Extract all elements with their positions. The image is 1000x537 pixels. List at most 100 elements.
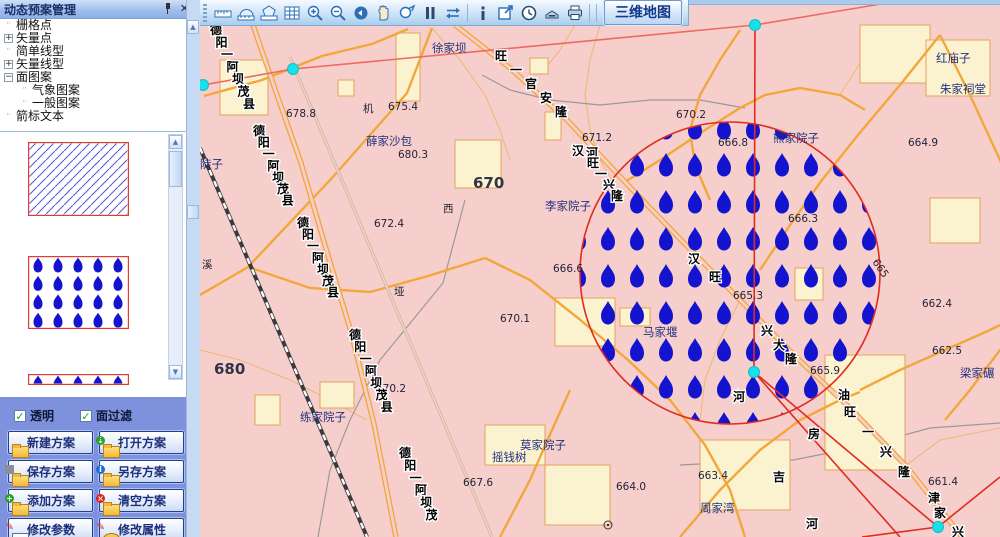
hatch-pattern[interactable] bbox=[28, 142, 129, 216]
button-保存方案[interactable]: 保存方案 bbox=[8, 460, 93, 483]
svg-text:县: 县 bbox=[381, 400, 393, 414]
zoom-select-button[interactable] bbox=[395, 2, 418, 24]
measure-area-icon bbox=[236, 3, 256, 23]
toolbar-separator bbox=[596, 4, 597, 22]
pattern-scrollbar[interactable]: ▲ ▼ bbox=[168, 134, 183, 380]
measure-area-button[interactable] bbox=[234, 2, 257, 24]
svg-text:溪: 溪 bbox=[202, 259, 213, 271]
pattern-list: ▲ ▼ bbox=[0, 131, 186, 397]
checkbox-row: ✓透明 ✓面过滤 bbox=[14, 407, 182, 424]
svg-text:666.6: 666.6 bbox=[553, 263, 583, 275]
svg-text:666.8: 666.8 bbox=[718, 137, 748, 149]
button-添加方案[interactable]: +添加方案 bbox=[8, 489, 93, 512]
minus-expander-icon[interactable]: − bbox=[4, 73, 13, 82]
grid-button[interactable] bbox=[280, 2, 303, 24]
svg-text:665.3: 665.3 bbox=[733, 290, 763, 302]
pause-icon bbox=[420, 3, 440, 23]
history-button[interactable] bbox=[517, 2, 540, 24]
panel-title: 动态预案管理 bbox=[4, 1, 158, 18]
button-清空方案[interactable]: ×清空方案 bbox=[99, 489, 184, 512]
zoom-in-icon bbox=[305, 3, 325, 23]
svg-text:摇钱树: 摇钱树 bbox=[492, 450, 527, 464]
svg-text:梁家碾: 梁家碾 bbox=[960, 366, 995, 380]
panel-splitter[interactable]: ▲ bbox=[186, 0, 200, 537]
plan-controls: ✓透明 ✓面过滤 新建方案 ⇣打开方案保存方案 i另存方案 +添加方案 ×清空方案 ✎修改参… bbox=[0, 397, 186, 537]
svg-text:熊家院子: 熊家院子 bbox=[773, 131, 819, 145]
previous-view-icon bbox=[351, 3, 371, 23]
checkbox-透明[interactable]: ✓透明 bbox=[14, 407, 54, 424]
svg-text:兴: 兴 bbox=[952, 524, 964, 537]
button-修改属性[interactable]: ✎修改属性 bbox=[99, 518, 184, 537]
hazard-region[interactable] bbox=[580, 122, 880, 424]
checkbox-check-icon[interactable]: ✓ bbox=[14, 410, 26, 422]
route-vertex-handle[interactable] bbox=[750, 20, 761, 31]
button-打开方案[interactable]: ⇣打开方案 bbox=[99, 431, 184, 454]
tree-item-箭标文本[interactable]: ··箭标文本 bbox=[0, 110, 184, 123]
svg-text:县: 县 bbox=[282, 194, 294, 208]
zoom-in-button[interactable] bbox=[303, 2, 326, 24]
drops-pattern[interactable] bbox=[28, 256, 129, 329]
tree-item-气象图案[interactable]: ··气象图案 bbox=[0, 84, 184, 97]
svg-text:朱家祠堂: 朱家祠堂 bbox=[940, 82, 986, 96]
splitter-grip[interactable] bbox=[187, 205, 199, 219]
previous-view-button[interactable] bbox=[349, 2, 372, 24]
toolbar-separator bbox=[467, 4, 468, 22]
scroll-thumb[interactable] bbox=[169, 151, 182, 187]
route-vertex-handle[interactable] bbox=[200, 80, 209, 91]
svg-text:安: 安 bbox=[540, 90, 552, 105]
pin-icon[interactable] bbox=[160, 2, 175, 16]
measure-polygon-button[interactable] bbox=[257, 2, 280, 24]
svg-text:662.4: 662.4 bbox=[922, 298, 952, 310]
route-vertex-handle[interactable] bbox=[749, 367, 760, 378]
checkbox-面过滤[interactable]: ✓面过滤 bbox=[80, 407, 132, 424]
svg-text:旺: 旺 bbox=[495, 49, 507, 63]
button-另存方案[interactable]: i另存方案 bbox=[99, 460, 184, 483]
toolbar-grip-icon[interactable] bbox=[203, 4, 207, 22]
grid-icon bbox=[282, 3, 302, 23]
plus-expander-icon[interactable]: + bbox=[4, 34, 13, 43]
svg-text:马家堰: 马家堰 bbox=[643, 325, 678, 339]
svg-text:垭: 垭 bbox=[394, 285, 405, 298]
export-button[interactable] bbox=[494, 2, 517, 24]
route-vertex-handle[interactable] bbox=[933, 522, 944, 533]
checkbox-check-icon[interactable]: ✓ bbox=[80, 410, 92, 422]
tree-scroll-up-icon[interactable]: ▲ bbox=[187, 20, 199, 34]
layer-tree: ··栅格点+矢量点··简单线型+矢量线型−面图案··气象图案··一般图案··箭标… bbox=[0, 19, 184, 131]
svg-text:西: 西 bbox=[443, 203, 454, 215]
svg-text:675.4: 675.4 bbox=[388, 101, 418, 113]
svg-text:680.3: 680.3 bbox=[398, 149, 428, 161]
svg-text:吉: 吉 bbox=[773, 469, 785, 484]
svg-text:房: 房 bbox=[808, 426, 820, 441]
button-修改参数[interactable]: ✎修改参数 bbox=[8, 518, 93, 537]
scroll-up-icon[interactable]: ▲ bbox=[169, 135, 182, 149]
svg-text:河: 河 bbox=[805, 516, 818, 531]
measure-polygon-icon bbox=[259, 3, 279, 23]
drops-pattern-partial[interactable] bbox=[28, 370, 129, 381]
measure-distance-button[interactable] bbox=[211, 2, 234, 24]
button-新建方案[interactable]: 新建方案 bbox=[8, 431, 93, 454]
export-icon bbox=[496, 3, 516, 23]
svg-text:县: 县 bbox=[243, 97, 255, 111]
svg-text:一: 一 bbox=[862, 425, 874, 439]
identify-button[interactable] bbox=[471, 2, 494, 24]
svg-text:662.5: 662.5 bbox=[932, 345, 962, 357]
refresh-icon bbox=[443, 3, 463, 23]
map-3d-button[interactable]: 三维地图 bbox=[604, 0, 682, 25]
map-canvas[interactable]: 678.8机675.4680.3670671.2670.2666.8664.96… bbox=[200, 0, 1000, 537]
print-button[interactable] bbox=[563, 2, 586, 24]
pan-button[interactable] bbox=[372, 2, 395, 24]
scan-button[interactable] bbox=[540, 2, 563, 24]
refresh-button[interactable] bbox=[441, 2, 464, 24]
plus-expander-icon[interactable]: + bbox=[4, 60, 13, 69]
scroll-down-icon[interactable]: ▼ bbox=[169, 365, 182, 379]
toolbar-separator bbox=[589, 4, 590, 22]
pause-button[interactable] bbox=[418, 2, 441, 24]
tree-item-面图案[interactable]: −面图案 bbox=[0, 71, 184, 84]
svg-text:红庙子: 红庙子 bbox=[936, 51, 971, 65]
zoom-out-button[interactable] bbox=[326, 2, 349, 24]
svg-text:县: 县 bbox=[327, 286, 339, 300]
svg-text:664.9: 664.9 bbox=[908, 137, 938, 149]
svg-text:练家院子: 练家院子 bbox=[300, 410, 346, 424]
svg-text:大: 大 bbox=[773, 337, 785, 352]
route-vertex-handle[interactable] bbox=[288, 64, 299, 75]
